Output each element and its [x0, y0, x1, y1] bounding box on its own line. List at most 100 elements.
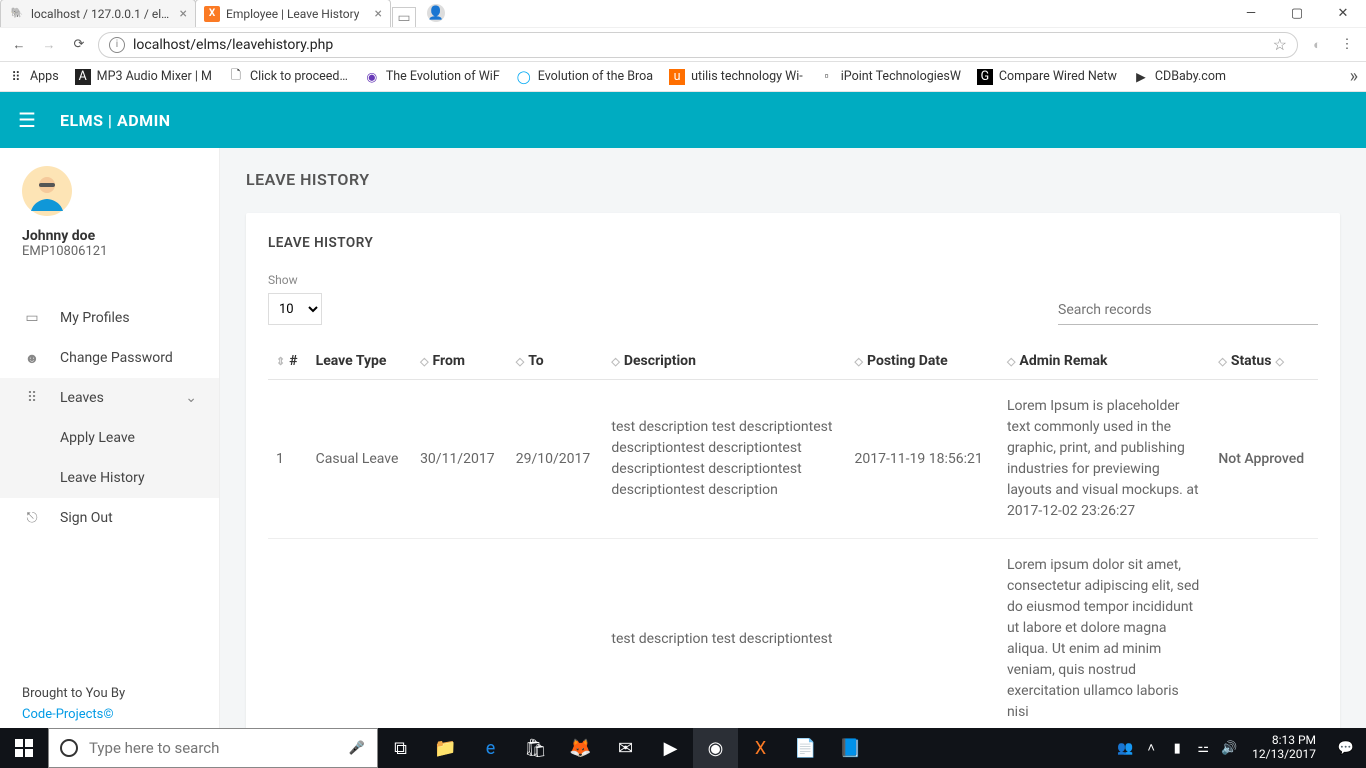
show-label: Show	[268, 273, 322, 287]
sidebar-item-signout[interactable]: ⎋ Sign Out	[0, 498, 219, 538]
bookmark-label: iPoint TechnologiesW	[841, 69, 961, 84]
col-admin-remark[interactable]: ◇Admin Remak	[999, 343, 1210, 380]
footer-link[interactable]: Code-Projects©	[22, 707, 114, 722]
search-wrap	[1058, 296, 1318, 325]
wifi-icon[interactable]: ⚍	[1190, 741, 1216, 756]
tray-chevron-icon[interactable]: ˄	[1138, 740, 1164, 756]
close-icon[interactable]: ×	[180, 6, 187, 22]
browser-tab[interactable]: 🐘 localhost / 127.0.0.1 / el… ×	[0, 0, 196, 27]
app-brand: ELMS | ADMIN	[60, 111, 171, 130]
taskbar: 🎤 ⧉ 📁 e 🛍 🦊 ✉ ▶ ◉ X 📄 📘 👥 ˄ ▮ ⚍ 🔊 8:13 P…	[0, 728, 1366, 768]
user-name: Johnny doe	[22, 228, 197, 244]
sort-icon: ◇	[420, 355, 428, 368]
sidebar-item-apply-leave[interactable]: Apply Leave	[0, 418, 219, 458]
bookmark-favicon: ▶	[1133, 69, 1149, 85]
bookmark-item[interactable]: ◉The Evolution of WiF	[364, 69, 500, 85]
sidebar-item-leaves[interactable]: ⠿ Leaves ⌄	[0, 378, 219, 418]
bookmark-star-icon[interactable]: ☆	[1273, 35, 1287, 54]
bookmark-item[interactable]: ▶CDBaby.com	[1133, 69, 1226, 85]
sidebar-submenu-leaves: Apply Leave Leave History	[0, 418, 219, 498]
forward-button[interactable]: →	[38, 34, 60, 56]
sort-icon: ⇕	[276, 355, 285, 368]
apps-icon: ⠿	[8, 69, 24, 85]
back-button[interactable]: ←	[8, 34, 30, 56]
bookmark-item[interactable]: ▫iPoint TechnologiesW	[819, 69, 961, 85]
col-status[interactable]: ◇Status◇	[1210, 343, 1318, 380]
cell-status: Not Approved	[1210, 380, 1318, 539]
sidebar: Johnny doe EMP10806121 ▭ My Profiles ☻ C…	[0, 148, 220, 728]
bookmark-item[interactable]: 🗋Click to proceed…	[228, 69, 348, 85]
notes-icon[interactable]: 📘	[828, 728, 873, 768]
menu-toggle-icon[interactable]: ☰	[18, 108, 36, 132]
close-icon[interactable]: ×	[375, 6, 382, 22]
col-description[interactable]: ◇Description	[603, 343, 846, 380]
cell-remark: Lorem Ipsum is placeholder text commonly…	[999, 380, 1210, 539]
reload-button[interactable]: ⟳	[68, 34, 90, 56]
people-icon[interactable]: 👥	[1112, 741, 1138, 756]
titlebar: 🐘 localhost / 127.0.0.1 / el… × X Employ…	[0, 0, 1366, 28]
cell-to	[508, 539, 604, 729]
maximize-button[interactable]: ▢	[1274, 0, 1320, 27]
sidebar-item-label: Apply Leave	[60, 430, 135, 446]
clock[interactable]: 8:13 PM 12/13/2017	[1242, 734, 1326, 762]
sidebar-item-change-password[interactable]: ☻ Change Password	[0, 338, 219, 378]
mail-icon[interactable]: ✉	[603, 728, 648, 768]
store-icon[interactable]: 🛍	[513, 728, 558, 768]
site-info-icon[interactable]: i	[109, 37, 125, 53]
sidebar-item-label: Leaves	[60, 390, 104, 406]
col-to[interactable]: ◇To	[508, 343, 604, 380]
menu-icon[interactable]: ⋮	[1336, 34, 1358, 56]
bookmark-item[interactable]: uutilis technology Wi-	[669, 69, 803, 85]
chrome-icon[interactable]: ◉	[693, 728, 738, 768]
volume-icon[interactable]: 🔊	[1216, 741, 1242, 756]
table-row: test description test descriptiontest Lo…	[268, 539, 1318, 729]
favicon-xampp: X	[204, 6, 220, 22]
edge-icon[interactable]: e	[468, 728, 513, 768]
taskbar-search[interactable]: 🎤	[48, 728, 378, 768]
task-view-icon[interactable]: ⧉	[378, 728, 423, 768]
col-leave-type[interactable]: Leave Type	[308, 343, 412, 380]
firefox-icon[interactable]: 🦊	[558, 728, 603, 768]
bookmark-label: The Evolution of WiF	[386, 69, 500, 84]
close-window-button[interactable]: ✕	[1320, 0, 1366, 27]
bookmark-item[interactable]: AMP3 Audio Mixer | M	[75, 69, 212, 85]
avatar	[22, 166, 72, 216]
start-button[interactable]	[0, 728, 48, 768]
extension-icon[interactable]: ◐	[1306, 34, 1328, 56]
media-player-icon[interactable]: ▶	[648, 728, 693, 768]
bookmark-item[interactable]: ◯Evolution of the Broa	[516, 69, 653, 85]
xampp-icon[interactable]: X	[738, 728, 783, 768]
sidebar-item-profiles[interactable]: ▭ My Profiles	[0, 298, 219, 338]
cell-remark: Lorem ipsum dolor sit amet, consectetur …	[999, 539, 1210, 729]
col-num[interactable]: ⇕#	[268, 343, 308, 380]
notifications-icon[interactable]: 💬	[1326, 741, 1366, 756]
bookmark-item[interactable]: GCompare Wired Netw	[977, 69, 1117, 85]
explorer-icon[interactable]: 📁	[423, 728, 468, 768]
url-field[interactable]: i localhost/elms/leavehistory.php ☆	[98, 32, 1298, 58]
windows-icon	[15, 739, 33, 757]
bookmarks-overflow[interactable]: »	[1350, 66, 1358, 87]
show-select[interactable]: 10	[268, 293, 322, 325]
bookmark-label: utilis technology Wi-	[691, 69, 803, 84]
browser-tab[interactable]: X Employee | Leave History ×	[195, 0, 391, 27]
bookmark-label: Click to proceed…	[250, 69, 348, 84]
tab-title: Employee | Leave History	[226, 7, 359, 21]
col-from[interactable]: ◇From	[412, 343, 508, 380]
taskbar-search-input[interactable]	[89, 739, 337, 757]
apps-button[interactable]: ⠿Apps	[8, 69, 59, 85]
cell-posting: 2017-11-19 18:56:21	[847, 380, 999, 539]
minimize-button[interactable]: —	[1228, 0, 1274, 27]
sidebar-item-label: Change Password	[60, 350, 173, 366]
account-icon[interactable]: 👤	[416, 0, 456, 27]
cell-desc: test description test descriptiontest de…	[603, 380, 846, 539]
new-tab-button[interactable]: ▭	[392, 7, 416, 27]
battery-icon[interactable]: ▮	[1164, 741, 1190, 756]
cortana-icon[interactable]	[49, 738, 89, 758]
col-posting-date[interactable]: ◇Posting Date	[847, 343, 999, 380]
search-input[interactable]	[1058, 296, 1318, 324]
notepadpp-icon[interactable]: 📄	[783, 728, 828, 768]
table-row: 1 Casual Leave 30/11/2017 29/10/2017 tes…	[268, 380, 1318, 539]
bookmark-favicon: ◯	[516, 69, 532, 85]
mic-icon[interactable]: 🎤	[337, 741, 377, 756]
sidebar-item-leave-history[interactable]: Leave History	[0, 458, 219, 498]
